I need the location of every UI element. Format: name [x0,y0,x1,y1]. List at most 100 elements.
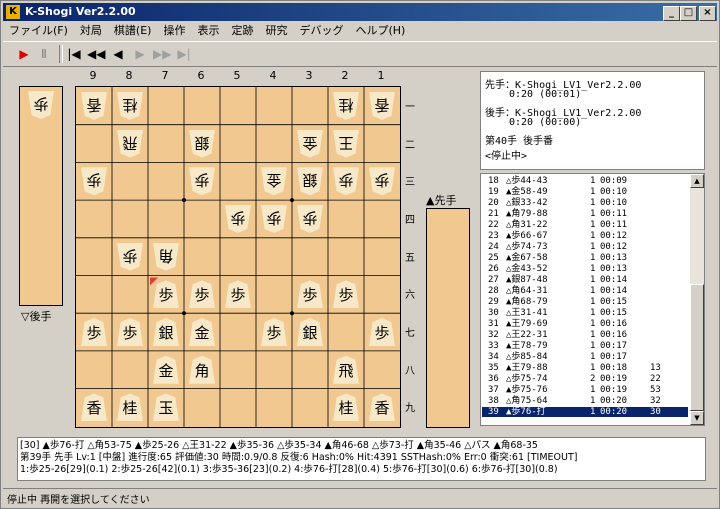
minimize-button[interactable]: _ [663,6,680,21]
sente-piece[interactable]: 玉 [153,393,179,422]
main-window: K K-Shogi Ver2.2.00 _ □ × ファイル(F) 対局 棋譜(E)… [0,0,720,509]
gote-piece[interactable]: 歩 [369,167,395,196]
gote-piece[interactable]: 金 [261,167,287,196]
back-ten-icon[interactable]: ◀◀ [87,45,105,63]
gote-piece[interactable]: 歩 [117,242,143,271]
menu-joseki[interactable]: 定跡 [225,22,259,40]
move-row[interactable]: 32 △王22-31 1 00:16 [482,330,688,340]
move-row[interactable]: 20 △銀33-42 1 00:10 [482,198,688,208]
scroll-up-icon[interactable]: ▲ [690,174,704,188]
move-row[interactable]: 23 ▲歩66-67 1 00:12 [482,231,688,241]
gote-piece[interactable]: 香 [81,91,107,120]
gote-piece[interactable]: 歩 [225,204,251,233]
move-row[interactable]: 24 △歩74-73 1 00:12 [482,242,688,252]
gote-piece[interactable]: 歩 [189,167,215,196]
menu-debug[interactable]: デバッグ [293,22,349,40]
sente-piece[interactable]: 香 [369,393,395,422]
gote-piece[interactable]: 歩 [297,204,323,233]
sente-piece[interactable]: 香 [81,393,107,422]
move-list-scrollbar[interactable]: ▲ ▼ [690,174,704,425]
sente-piece[interactable]: 歩 [369,318,395,347]
scroll-down-icon[interactable]: ▼ [690,411,704,425]
move-row[interactable]: 19 ▲金58-49 1 00:10 [482,187,688,197]
menu-operation[interactable]: 操作 [157,22,191,40]
gote-piece[interactable]: 王 [333,129,359,158]
last-move-icon[interactable]: ▶| [175,45,193,63]
move-row[interactable]: 30 △王31-41 1 00:15 [482,308,688,318]
sente-piece[interactable]: 歩 [297,280,323,309]
move-cell-n: 23 [488,231,499,241]
sente-piece[interactable]: 銀 [153,318,179,347]
move-cell-t: 00:11 [600,209,628,219]
sente-piece[interactable]: 桂 [117,393,143,422]
move-row[interactable]: 18 △歩44-43 1 00:09 [482,176,688,186]
close-button[interactable]: × [699,6,716,21]
menu-help[interactable]: ヘルプ(H) [349,22,411,40]
menu-file[interactable]: ファイル(F) [3,22,74,40]
gote-piece[interactable]: 銀 [189,129,215,158]
gote-piece[interactable]: 歩 [81,167,107,196]
menu-kifu[interactable]: 棋譜(E) [108,22,158,40]
move-cell-n: 25 [488,253,499,263]
sente-piece[interactable]: 歩 [333,280,359,309]
gote-piece[interactable]: 金 [297,129,323,158]
sente-piece[interactable]: 歩 [261,318,287,347]
play-icon[interactable]: ▶ [15,45,33,63]
move-list[interactable]: 39 ▲歩76-打 1 00:20 30 38 △角75-64 1 00:20 32 37 ▲歩75-… [480,173,705,426]
move-row[interactable]: 22 △角31-22 1 00:11 [482,220,688,230]
move-row[interactable]: 34 △歩85-84 1 00:17 [482,352,688,362]
move-row[interactable]: 39 ▲歩76-打 1 00:20 30 [482,407,688,417]
forward-one-icon[interactable]: ▶ [131,45,149,63]
sente-piece[interactable]: 角 [189,355,215,384]
gote-piece[interactable]: 角 [153,242,179,271]
gote-piece[interactable]: 桂 [333,91,359,120]
move-row[interactable]: 36 △歩75-74 2 00:19 22 [482,374,688,384]
menu-research[interactable]: 研究 [259,22,293,40]
back-one-icon[interactable]: ◀ [109,45,127,63]
sente-piece[interactable]: 飛 [333,355,359,384]
piece-label: 歩 [122,246,138,265]
row-label: 四 [405,214,415,226]
shogi-board[interactable]: 香桂桂香飛銀金王歩歩金銀歩歩歩歩歩歩角歩歩歩歩歩歩歩銀金歩銀歩金角飛香桂玉桂香 [75,86,401,428]
move-row[interactable]: 26 △金43-52 1 00:13 [482,264,688,274]
sente-piece[interactable]: 桂 [333,393,359,422]
gote-piece-stand[interactable]: 歩 [19,86,63,306]
move-cell-m: ▲王78-79 [506,341,548,351]
move-row[interactable]: 28 △角64-31 1 00:14 [482,286,688,296]
move-row[interactable]: 35 ▲王79-88 1 00:18 13 [482,363,688,373]
sente-piece[interactable]: 金 [153,355,179,384]
scroll-thumb[interactable] [690,284,704,411]
move-row[interactable]: 31 ▲王79-69 1 00:16 [482,319,688,329]
sente-piece[interactable]: 銀 [297,318,323,347]
sente-piece[interactable]: 歩 [153,280,179,309]
move-row[interactable]: 37 ▲歩75-76 1 00:19 53 [482,385,688,395]
gote-piece[interactable]: 桂 [117,91,143,120]
move-row[interactable]: 38 △角75-64 1 00:20 32 [482,396,688,406]
pause-icon[interactable]: Ⅱ [35,45,53,63]
move-row[interactable]: 21 ▲角79-88 1 00:11 [482,209,688,219]
sente-piece-stand[interactable] [426,208,470,428]
gote-piece[interactable]: 飛 [117,129,143,158]
maximize-button[interactable]: □ [680,6,697,21]
sente-piece[interactable]: 歩 [117,318,143,347]
move-row[interactable]: 25 ▲金67-58 1 00:13 [482,253,688,263]
move-row[interactable]: 29 ▲角68-79 1 00:15 [482,297,688,307]
gote-piece[interactable]: 歩 [28,91,54,119]
gote-piece[interactable]: 香 [369,91,395,120]
sente-piece[interactable]: 金 [189,318,215,347]
gote-piece[interactable]: 歩 [261,204,287,233]
menu-game[interactable]: 対局 [74,22,108,40]
gote-piece[interactable]: 歩 [333,167,359,196]
move-row[interactable]: 33 ▲王78-79 1 00:17 [482,341,688,351]
gote-piece[interactable]: 銀 [297,167,323,196]
forward-ten-icon[interactable]: ▶▶ [153,45,171,63]
sente-piece[interactable]: 歩 [225,280,251,309]
sente-piece[interactable]: 歩 [81,318,107,347]
move-cell-m: △角64-31 [506,286,548,296]
move-row[interactable]: 27 ▲銀87-48 1 00:14 [482,275,688,285]
menu-view[interactable]: 表示 [191,22,225,40]
first-move-icon[interactable]: |◀ [65,45,83,63]
status-bar: 停止中 再開を選択してください [3,488,717,507]
sente-piece[interactable]: 歩 [189,280,215,309]
move-cell-d: 1 [590,176,596,186]
